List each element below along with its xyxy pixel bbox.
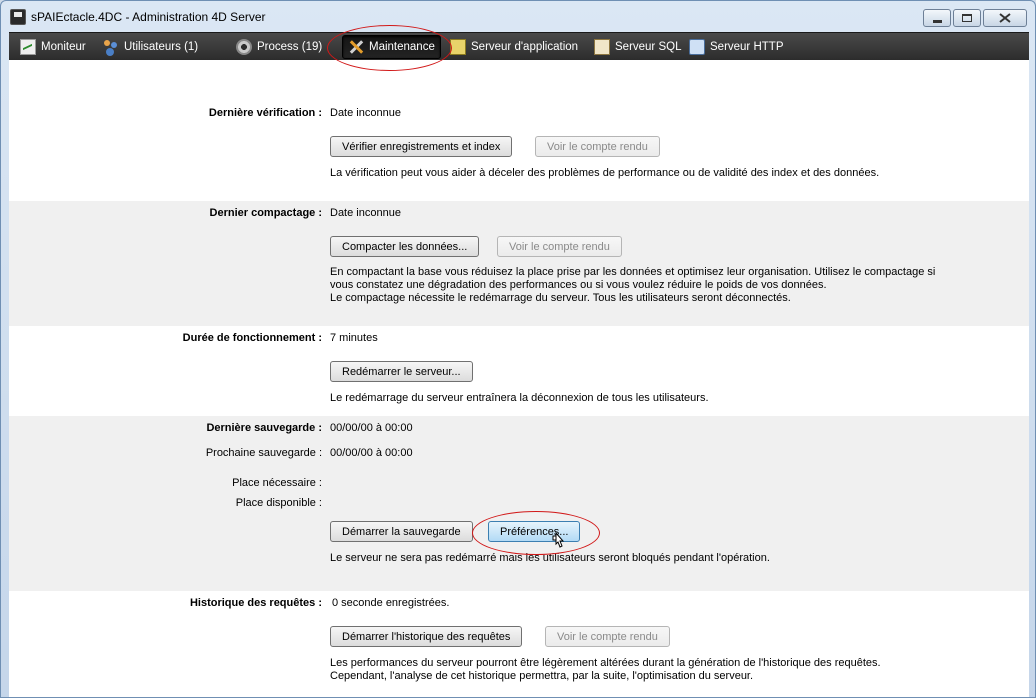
- verification-description: La vérification peut vous aider à décele…: [330, 167, 880, 179]
- last-verification-label: Dernière vérification :: [208, 107, 322, 119]
- restart-server-button[interactable]: Redémarrer le serveur...: [330, 361, 473, 382]
- users-icon: [103, 39, 119, 55]
- verification-section: Dernière vérification : Date inconnue Vé…: [9, 60, 1029, 201]
- request-log-description: Les performances du serveur pourront êtr…: [330, 657, 881, 683]
- tab-maintenance[interactable]: Maintenance: [342, 35, 441, 59]
- last-verification-value: Date inconnue: [330, 107, 401, 119]
- app-floppy-icon: [10, 9, 26, 25]
- compaction-section: Dernier compactage : Date inconnue Compa…: [9, 201, 1029, 326]
- request-log-value: 0 seconde enregistrées.: [332, 597, 450, 609]
- minimize-icon: [932, 19, 942, 23]
- request-log-description-line: Les performances du serveur pourront êtr…: [330, 657, 881, 669]
- uptime-section: Durée de fonctionnement : 7 minutes Redé…: [9, 326, 1029, 416]
- last-compaction-value: Date inconnue: [330, 207, 401, 219]
- start-backup-button[interactable]: Démarrer la sauvegarde: [330, 521, 473, 542]
- uptime-value: 7 minutes: [330, 332, 378, 344]
- compaction-description-line: Le compactage nécessite le redémarrage d…: [330, 292, 791, 304]
- tab-label: Process (19): [257, 41, 323, 53]
- maximize-icon: [962, 14, 972, 22]
- tab-label: Moniteur: [41, 41, 86, 53]
- restart-description: Le redémarrage du serveur entraînera la …: [330, 392, 709, 404]
- tab-sql-server[interactable]: Serveur SQL: [594, 33, 681, 61]
- space-available-label: Place disponible :: [235, 497, 322, 509]
- app-window: sPAIEctacle.4DC - Administration 4D Serv…: [0, 0, 1036, 698]
- app-server-icon: [450, 39, 466, 55]
- compaction-description-line: vous constatez une dégradation des perfo…: [330, 279, 827, 291]
- window-title: sPAIEctacle.4DC - Administration 4D Serv…: [31, 10, 266, 24]
- compact-data-button[interactable]: Compacter les données...: [330, 236, 480, 257]
- uptime-label: Durée de fonctionnement :: [182, 332, 322, 344]
- tab-label: Utilisateurs (1): [124, 41, 199, 53]
- tab-monitor[interactable]: Moniteur: [20, 33, 86, 61]
- tab-app-server[interactable]: Serveur d'application: [450, 33, 578, 61]
- tab-process[interactable]: Process (19): [236, 33, 322, 61]
- request-log-label: Historique des requêtes :: [189, 597, 322, 609]
- tab-label: Serveur d'application: [471, 41, 579, 53]
- last-backup-label: Dernière sauvegarde :: [206, 422, 322, 434]
- mouse-pointer-icon: [552, 532, 565, 548]
- close-icon: [999, 13, 1011, 23]
- backup-section: Dernière sauvegarde : 00/00/00 à 00:00 P…: [9, 416, 1029, 591]
- tab-users[interactable]: Utilisateurs (1): [103, 33, 198, 61]
- compaction-report-button[interactable]: Voir le compte rendu: [497, 236, 622, 257]
- compaction-description-line: En compactant la base vous réduisez la p…: [330, 266, 936, 278]
- verification-report-button[interactable]: Voir le compte rendu: [535, 136, 660, 157]
- next-backup-value: 00/00/00 à 00:00: [330, 447, 413, 459]
- backup-preferences-button[interactable]: Préférences...: [488, 521, 581, 542]
- http-server-icon: [689, 39, 705, 55]
- title-bar[interactable]: sPAIEctacle.4DC - Administration 4D Serv…: [1, 1, 1035, 33]
- request-log-description-line: Cependant, l'analyse de cet historique p…: [330, 670, 754, 682]
- tab-http-server[interactable]: Serveur HTTP: [689, 33, 784, 61]
- request-log-section: Historique des requêtes : 0 seconde enre…: [9, 591, 1029, 697]
- toolbar: Moniteur Utilisateurs (1) Process (19) M…: [9, 32, 1029, 60]
- last-backup-value: 00/00/00 à 00:00: [330, 422, 413, 434]
- maintenance-panel: Dernière vérification : Date inconnue Vé…: [9, 60, 1029, 697]
- gear-icon: [236, 39, 252, 55]
- maximize-button[interactable]: [953, 9, 981, 27]
- tab-label: Maintenance: [369, 41, 435, 53]
- monitor-icon: [20, 39, 36, 55]
- backup-description: Le serveur ne sera pas redémarré mais le…: [330, 552, 770, 564]
- verify-records-button[interactable]: Vérifier enregistrements et index: [330, 136, 513, 157]
- close-button[interactable]: [983, 9, 1027, 27]
- request-log-report-button[interactable]: Voir le compte rendu: [545, 626, 670, 647]
- tab-label: Serveur HTTP: [710, 41, 784, 53]
- last-compaction-label: Dernier compactage :: [209, 207, 322, 219]
- next-backup-label: Prochaine sauvegarde :: [205, 447, 322, 459]
- tab-label: Serveur SQL: [615, 41, 682, 53]
- sql-server-icon: [594, 39, 610, 55]
- compaction-description: En compactant la base vous réduisez la p…: [330, 266, 935, 305]
- tools-icon: [348, 39, 364, 55]
- space-needed-label: Place nécessaire :: [232, 477, 322, 489]
- start-request-log-button[interactable]: Démarrer l'historique des requêtes: [330, 626, 523, 647]
- minimize-button[interactable]: [923, 9, 951, 27]
